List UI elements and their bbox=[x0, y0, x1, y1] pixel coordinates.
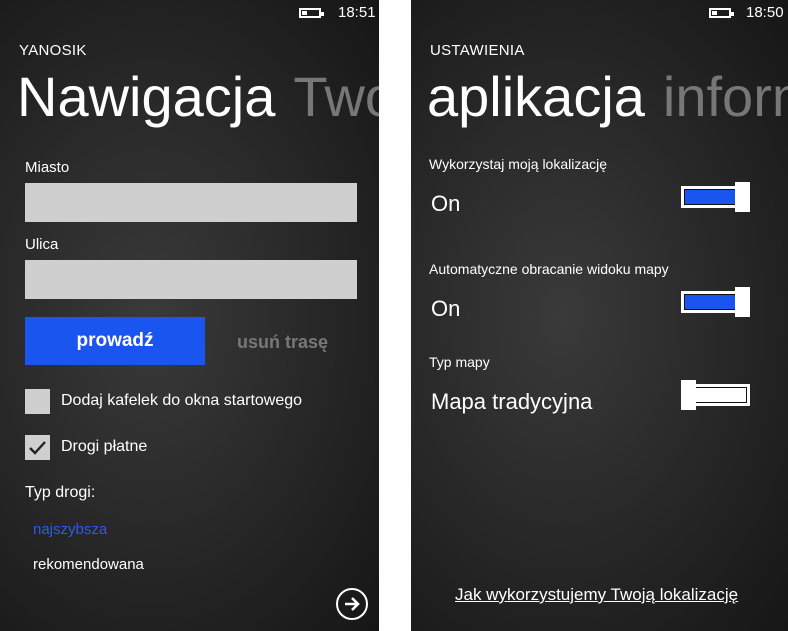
add-tile-checkbox[interactable] bbox=[25, 389, 50, 414]
pivot-next[interactable]: inform bbox=[663, 65, 788, 128]
pivot-current[interactable]: aplikacja bbox=[427, 65, 645, 128]
pivot-current[interactable]: Nawigacja bbox=[17, 65, 275, 128]
navigation-screen: 18:51 YANOSIK Nawigacja Twoj Miasto Ulica… bbox=[0, 0, 379, 631]
status-time: 18:51 bbox=[338, 4, 376, 21]
route-type-label: Typ drogi: bbox=[25, 484, 96, 501]
street-input[interactable] bbox=[25, 260, 357, 299]
location-usage-link[interactable]: Jak wykorzystujemy Twoją lokalizację bbox=[455, 585, 738, 605]
battery-icon bbox=[299, 8, 324, 18]
city-input[interactable] bbox=[25, 183, 357, 222]
pivot-next[interactable]: Twoj bbox=[293, 65, 379, 128]
add-tile-label: Dodaj kafelek do okna startowego bbox=[61, 392, 303, 409]
remove-route-button[interactable]: usuń trasę bbox=[237, 332, 328, 353]
map-rotation-setting-label: Automatyczne obracanie widoku mapy bbox=[429, 261, 669, 277]
location-setting-value: On bbox=[431, 191, 461, 216]
status-time: 18:50 bbox=[746, 4, 784, 21]
map-rotation-setting-value: On bbox=[431, 296, 461, 321]
settings-app-name: USTAWIENIA bbox=[430, 42, 525, 59]
map-rotation-toggle[interactable] bbox=[681, 287, 750, 317]
checkmark-icon bbox=[29, 441, 46, 455]
location-setting-label: Wykorzystaj moją lokalizację bbox=[429, 156, 608, 172]
battery-icon bbox=[709, 8, 734, 18]
route-option-recommended[interactable]: rekomendowana bbox=[33, 556, 144, 573]
city-label: Miasto bbox=[25, 159, 70, 176]
map-type-setting-value: Mapa tradycyjna bbox=[431, 389, 593, 414]
route-option-fastest[interactable]: najszybsza bbox=[33, 521, 107, 538]
street-label: Ulica bbox=[25, 236, 59, 253]
map-type-toggle[interactable] bbox=[681, 380, 750, 410]
toll-roads-label: Drogi płatne bbox=[61, 438, 148, 455]
status-bar: 18:50 bbox=[411, 0, 788, 26]
arrow-right-circle-icon[interactable] bbox=[336, 588, 368, 620]
status-bar: 18:51 bbox=[0, 0, 379, 26]
pivot-header: Nawigacja Twoj bbox=[17, 64, 379, 129]
toll-roads-checkbox[interactable] bbox=[25, 435, 50, 460]
settings-pivot-header: aplikacja inform bbox=[427, 64, 788, 129]
location-toggle[interactable] bbox=[681, 182, 750, 212]
navigate-button[interactable]: prowadź bbox=[25, 317, 205, 365]
app-name: YANOSIK bbox=[19, 42, 87, 59]
map-type-setting-label: Typ mapy bbox=[429, 354, 490, 370]
